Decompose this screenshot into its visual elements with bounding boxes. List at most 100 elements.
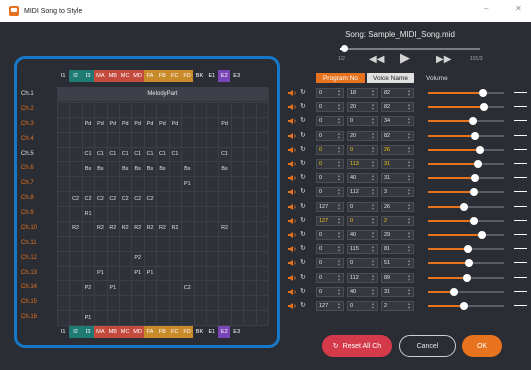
assignment-cell[interactable]: C2 — [131, 196, 143, 202]
assignment-cell[interactable]: Bs — [131, 166, 143, 172]
volume-knob[interactable] — [459, 202, 468, 211]
part-i3-header[interactable]: I3 — [81, 326, 95, 338]
reset-channel-icon[interactable]: ↻ — [300, 173, 306, 181]
volume-slider[interactable] — [428, 273, 504, 282]
reset-channel-icon[interactable]: ↻ — [300, 244, 306, 252]
part-e2-header[interactable]: E2 — [218, 326, 231, 338]
assignment-cell[interactable]: Pd — [82, 121, 94, 127]
reset-channel-icon[interactable]: ↻ — [300, 131, 306, 139]
speaker-icon[interactable] — [287, 217, 297, 225]
assignment-cell[interactable]: P2 — [82, 285, 94, 291]
part-md-header[interactable]: MD — [131, 70, 144, 82]
assignment-cell[interactable]: Pd — [156, 121, 168, 127]
speaker-icon[interactable] — [287, 132, 297, 140]
reset-channel-icon[interactable]: ↻ — [300, 230, 306, 238]
assignment-cell[interactable]: C1 — [82, 151, 94, 157]
assignment-cell[interactable]: C1 — [131, 151, 143, 157]
program-msb-field[interactable]: 0 ▲ ▼ — [316, 187, 344, 198]
part-bk-header[interactable]: BK — [193, 326, 206, 338]
ok-button[interactable]: OK — [462, 335, 502, 357]
cancel-button[interactable]: Cancel — [399, 335, 456, 357]
assignment-cell[interactable]: R2 — [218, 225, 230, 231]
part-fa-header[interactable]: FA — [143, 70, 157, 82]
reset-channel-icon[interactable]: ↻ — [300, 258, 306, 266]
part-md-header[interactable]: MD — [131, 326, 144, 338]
assignment-cell[interactable]: C2 — [94, 196, 106, 202]
reset-channel-icon[interactable]: ↻ — [300, 216, 306, 224]
assignment-cell[interactable]: P1 — [107, 285, 119, 291]
volume-knob[interactable] — [465, 259, 474, 268]
assignment-cell[interactable]: R2 — [69, 225, 81, 231]
voice-number-field[interactable]: 3 ▲ ▼ — [381, 187, 414, 198]
voice-number-field[interactable]: 2 ▲ ▼ — [381, 215, 414, 226]
assignment-cell[interactable]: C2 — [119, 196, 131, 202]
program-msb-field[interactable]: 0 ▲ ▼ — [316, 230, 344, 240]
voice-number-field[interactable]: 89 ▲ ▼ — [381, 272, 414, 283]
volume-slider[interactable] — [428, 259, 504, 268]
part-mb-header[interactable]: MB — [106, 326, 119, 338]
speaker-icon[interactable] — [287, 259, 297, 267]
program-lsb-field[interactable]: 20 ▲ ▼ — [347, 102, 378, 113]
reset-channel-icon[interactable]: ↻ — [300, 145, 306, 153]
speaker-icon[interactable] — [287, 302, 297, 310]
speaker-icon[interactable] — [287, 288, 297, 296]
assignment-cell[interactable]: R2 — [94, 225, 106, 231]
assignment-cell[interactable]: Pd — [131, 121, 143, 127]
program-lsb-field[interactable]: 112 ▲ ▼ — [347, 187, 378, 198]
assignment-cell[interactable]: P1 — [144, 270, 156, 276]
assignment-cell[interactable]: Bs — [218, 166, 230, 172]
assignment-cell[interactable]: R2 — [156, 225, 168, 231]
voice-number-field[interactable]: 26 ▲ ▼ — [381, 201, 414, 212]
reset-channel-icon[interactable]: ↻ — [300, 88, 306, 96]
assignment-cell[interactable]: Pd — [169, 121, 181, 127]
voice-number-field[interactable]: 31 ▲ ▼ — [381, 159, 414, 169]
part-e1-header[interactable]: E1 — [205, 326, 219, 338]
speaker-icon[interactable] — [287, 146, 297, 154]
voice-number-field[interactable]: 81 ▲ ▼ — [381, 244, 414, 255]
assignment-cell[interactable]: C2 — [144, 196, 156, 202]
speaker-icon[interactable] — [287, 274, 297, 282]
volume-slider[interactable] — [428, 302, 504, 310]
song-position-knob[interactable] — [341, 45, 349, 52]
volume-knob[interactable] — [480, 103, 489, 112]
assignment-cell[interactable]: C1 — [169, 151, 181, 157]
assignment-cell[interactable]: Bs — [94, 166, 106, 172]
volume-slider[interactable] — [428, 287, 504, 296]
assignment-cell[interactable]: C2 — [69, 196, 81, 202]
reset-all-button[interactable]: ↻ Reset All Ch — [322, 335, 392, 357]
assignment-cell[interactable]: Pd — [94, 121, 106, 127]
assignment-cell[interactable]: Bs — [82, 166, 94, 172]
volume-knob[interactable] — [463, 245, 472, 254]
part-i1-header[interactable]: I1 — [57, 70, 70, 82]
speaker-icon[interactable] — [287, 174, 297, 182]
program-lsb-field[interactable]: 0 ▲ ▼ — [347, 215, 378, 226]
volume-slider[interactable] — [428, 245, 504, 254]
volume-knob[interactable] — [475, 145, 484, 154]
song-position-slider[interactable] — [340, 45, 480, 52]
voice-number-field[interactable]: 82 ▲ ▼ — [381, 88, 414, 98]
voice-number-field[interactable]: 2 ▲ ▼ — [381, 301, 414, 311]
voice-number-field[interactable]: 31 ▲ ▼ — [381, 286, 414, 297]
volume-knob[interactable] — [468, 117, 477, 126]
program-msb-field[interactable]: 0 ▲ ▼ — [316, 258, 344, 269]
program-lsb-field[interactable]: 40 ▲ ▼ — [347, 286, 378, 297]
assignment-cell[interactable]: Bs — [181, 166, 193, 172]
volume-slider[interactable] — [428, 89, 504, 97]
volume-knob[interactable] — [471, 131, 480, 140]
assignment-cell[interactable]: Pd — [107, 121, 119, 127]
assignment-cell[interactable]: C1 — [94, 151, 106, 157]
speaker-icon[interactable] — [287, 89, 297, 97]
program-lsb-field[interactable]: 0 ▲ ▼ — [347, 201, 378, 212]
part-ma-header[interactable]: MA — [94, 70, 107, 82]
program-lsb-field[interactable]: 0 ▲ ▼ — [347, 116, 378, 127]
speaker-icon[interactable] — [287, 117, 297, 125]
assignment-cell[interactable]: Pd — [119, 121, 131, 127]
voice-number-field[interactable]: 82 ▲ ▼ — [381, 102, 414, 113]
volume-slider[interactable] — [428, 188, 504, 197]
program-lsb-field[interactable]: 115 ▲ ▼ — [347, 244, 378, 255]
part-fb-header[interactable]: FB — [156, 70, 169, 82]
volume-knob[interactable] — [478, 89, 487, 97]
volume-slider[interactable] — [428, 231, 504, 239]
assignment-cell[interactable]: C1 — [107, 151, 119, 157]
speaker-icon[interactable] — [287, 188, 297, 196]
